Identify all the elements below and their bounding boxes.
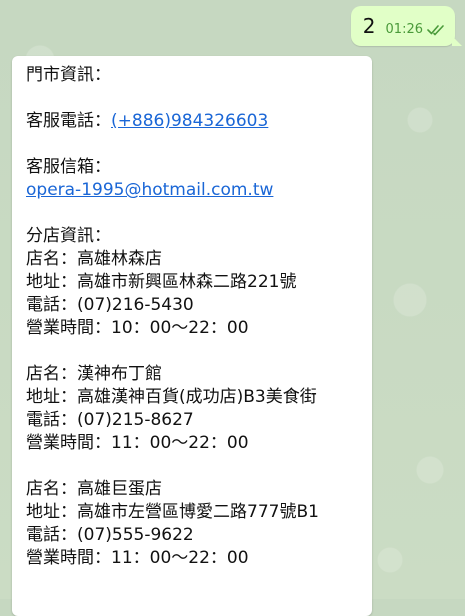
branch-item: 店名：漢神布丁館 地址：高雄漢神百貨(成功店)B3美食街 電話：(07)215-… bbox=[26, 363, 360, 455]
double-check-icon bbox=[427, 24, 444, 35]
branch-address: 地址：高雄市新興區林森二路221號 bbox=[26, 272, 297, 292]
service-phone-row: 客服電話：(+886)984326603 bbox=[26, 110, 360, 133]
branch-name: 店名：高雄林森店 bbox=[26, 249, 162, 269]
store-info-title: 門市資訊： bbox=[26, 65, 111, 85]
incoming-message-bubble[interactable]: 門市資訊： 客服電話：(+886)984326603 客服信箱： opera-1… bbox=[12, 56, 372, 616]
bubble-tail bbox=[452, 36, 462, 46]
service-phone-link[interactable]: (+886)984326603 bbox=[111, 111, 268, 131]
branch-hours: 營業時間：11：00～22：00 bbox=[26, 548, 249, 568]
service-email-link[interactable]: opera-1995@hotmail.com.tw bbox=[26, 180, 273, 200]
service-email-row: opera-1995@hotmail.com.tw bbox=[26, 179, 360, 202]
outgoing-message-bubble[interactable]: 2 01:26 bbox=[350, 6, 462, 46]
branch-phone: 電話：(07)216-5430 bbox=[26, 295, 194, 315]
branch-item: 店名：高雄林森店 地址：高雄市新興區林森二路221號 電話：(07)216-54… bbox=[26, 248, 360, 340]
branch-item: 店名：高雄巨蛋店 地址：高雄市左營區博愛二路777號B1 電話：(07)555-… bbox=[26, 478, 360, 570]
branch-address: 地址：高雄市左營區博愛二路777號B1 bbox=[26, 502, 319, 522]
service-phone-label: 客服電話： bbox=[26, 111, 111, 131]
branch-hours: 營業時間：10：00～22：00 bbox=[26, 318, 249, 338]
service-email-label: 客服信箱： bbox=[26, 157, 111, 177]
branch-phone: 電話：(07)215-8627 bbox=[26, 410, 194, 430]
branches-title: 分店資訊： bbox=[26, 226, 111, 246]
branch-address: 地址：高雄漢神百貨(成功店)B3美食街 bbox=[26, 387, 317, 407]
branch-name: 店名：高雄巨蛋店 bbox=[26, 479, 162, 499]
branch-hours: 營業時間：11：00～22：00 bbox=[26, 433, 249, 453]
branch-phone: 電話：(07)555-9622 bbox=[26, 525, 194, 545]
branch-name: 店名：漢神布丁館 bbox=[26, 364, 162, 384]
message-time: 01:26 bbox=[385, 22, 423, 37]
outgoing-message-text: 2 bbox=[362, 14, 376, 38]
message-meta: 01:26 bbox=[386, 22, 445, 37]
